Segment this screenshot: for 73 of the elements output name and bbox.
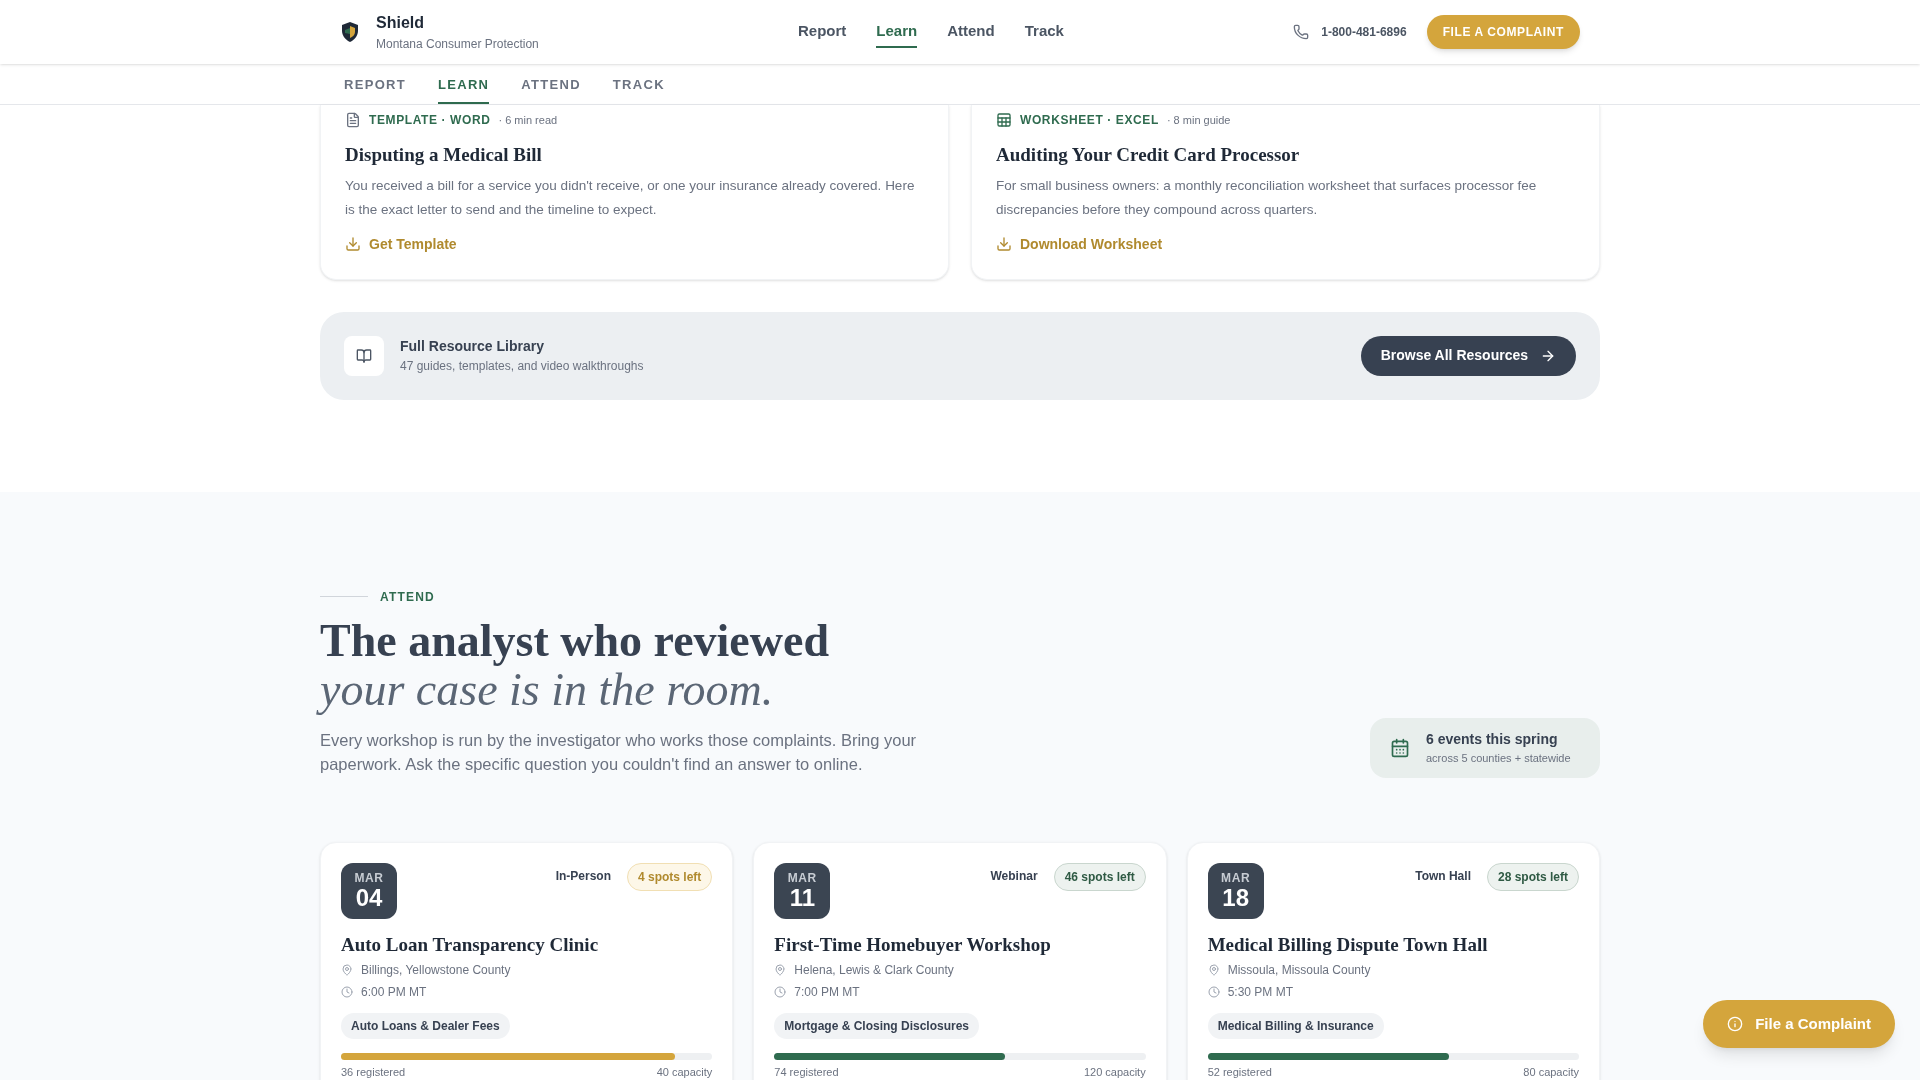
clock-icon — [1207, 985, 1220, 998]
resource-description: For small business owners: a monthly reconciliation worksheet that surfaces processor fee discrepancies before they compound across quarters. — [996, 176, 1538, 219]
event-title: Medical Billing Dispute Town Hall — [1207, 932, 1489, 957]
registered-count: 74 registered — [774, 1064, 839, 1080]
library-title: Full Resource Library — [400, 337, 545, 356]
phone-number: 1-800-481-6896 — [1321, 24, 1407, 41]
brand-name: Shield — [376, 13, 425, 33]
event-format: Webinar — [990, 867, 1038, 885]
section-eyebrow: ATTEND — [380, 588, 435, 606]
events-summary-title: 6 events this spring — [1426, 729, 1559, 749]
resource-type: TEMPLATE · WORD — [369, 112, 491, 129]
document-icon — [345, 112, 361, 128]
resource-title: Auditing Your Credit Card Processor — [996, 143, 1301, 167]
spots-left-badge: 4 spots left — [626, 862, 713, 891]
brand-tagline: Montana Consumer Protection — [376, 36, 539, 53]
spots-left-badge: 46 spots left — [1053, 862, 1146, 891]
info-icon — [1727, 1016, 1744, 1032]
location-pin-icon — [774, 963, 787, 976]
section-tab[interactable]: REPORT — [344, 74, 406, 104]
phone-icon — [1293, 24, 1310, 40]
registered-count: 36 registered — [341, 1064, 406, 1080]
event-month: MAR — [787, 870, 817, 885]
event-title: Auto Loan Transparency Clinic — [341, 932, 600, 957]
event-time: 5:30 PM MT — [1227, 983, 1293, 1001]
capacity-count: 40 capacity — [656, 1064, 713, 1080]
event-time: 7:00 PM MT — [794, 983, 860, 1001]
section-intro: Every workshop is run by the investigator who works those complaints. Bring your paperwork. Ask the specific question you couldn't find an answer to online. — [320, 729, 918, 775]
nav-link[interactable]: Report — [798, 15, 847, 49]
nav-link[interactable]: Track — [1024, 15, 1064, 49]
section-tab[interactable]: TRACK — [612, 74, 665, 104]
events-summary-subtitle: across 5 counties + statewide — [1426, 750, 1571, 766]
resource-title: Disputing a Medical Bill — [345, 143, 543, 167]
event-location: Missoula, Missoula County — [1227, 961, 1371, 979]
spots-left-badge: 28 spots left — [1486, 862, 1579, 891]
event-format: Town Hall — [1415, 867, 1471, 885]
browse-resources-button[interactable]: Browse All Resources — [1360, 335, 1576, 376]
event-topic-tag: Mortgage & Closing Disclosures — [774, 1012, 980, 1039]
calendar-icon — [1390, 737, 1410, 758]
download-icon — [996, 236, 1012, 252]
event-topic-tag: Medical Billing & Insurance — [1207, 1012, 1384, 1039]
clock-icon — [774, 985, 787, 998]
resource-type: WORKSHEET · EXCEL — [1020, 112, 1159, 129]
resource-duration: · 8 min guide — [1166, 112, 1231, 128]
location-pin-icon — [341, 963, 353, 976]
resource-duration: · 6 min read — [498, 112, 558, 128]
book-icon — [356, 347, 372, 364]
event-day: 11 — [789, 884, 815, 911]
clock-icon — [341, 985, 353, 998]
section-tab[interactable]: ATTEND — [521, 74, 581, 104]
shield-logo-icon — [340, 21, 360, 43]
event-month: MAR — [1221, 870, 1251, 885]
location-pin-icon — [1207, 963, 1220, 976]
resource-link[interactable]: Get Template — [345, 233, 457, 255]
section-heading: The analyst who reviewed — [320, 615, 830, 666]
library-subtitle: 47 guides, templates, and video walkthroughs — [400, 358, 644, 375]
event-location: Billings, Yellowstone County — [361, 961, 511, 979]
event-title: First-Time Homebuyer Workshop — [774, 932, 1052, 957]
capacity-count: 80 capacity — [1523, 1064, 1579, 1080]
resource-link[interactable]: Download Worksheet — [996, 233, 1163, 255]
download-icon — [345, 236, 361, 252]
capacity-count: 120 capacity — [1083, 1064, 1146, 1080]
event-topic-tag: Auto Loans & Dealer Fees — [341, 1012, 510, 1039]
event-day: 18 — [1222, 884, 1249, 911]
event-month: MAR — [354, 870, 384, 885]
event-day: 04 — [355, 884, 383, 911]
nav-link[interactable]: Attend — [947, 15, 995, 49]
nav-link[interactable]: Learn — [876, 15, 918, 49]
resource-description: You received a bill for a service you didn't receive, or one your insurance already covered. Here is the exact letter to send and the timeline to expect. — [345, 176, 916, 219]
registered-count: 52 registered — [1207, 1064, 1272, 1080]
event-location: Helena, Lewis & Clark County — [794, 961, 954, 979]
event-time: 6:00 PM MT — [361, 983, 427, 1001]
spreadsheet-icon — [996, 112, 1012, 128]
event-format: In-Person — [555, 867, 611, 885]
